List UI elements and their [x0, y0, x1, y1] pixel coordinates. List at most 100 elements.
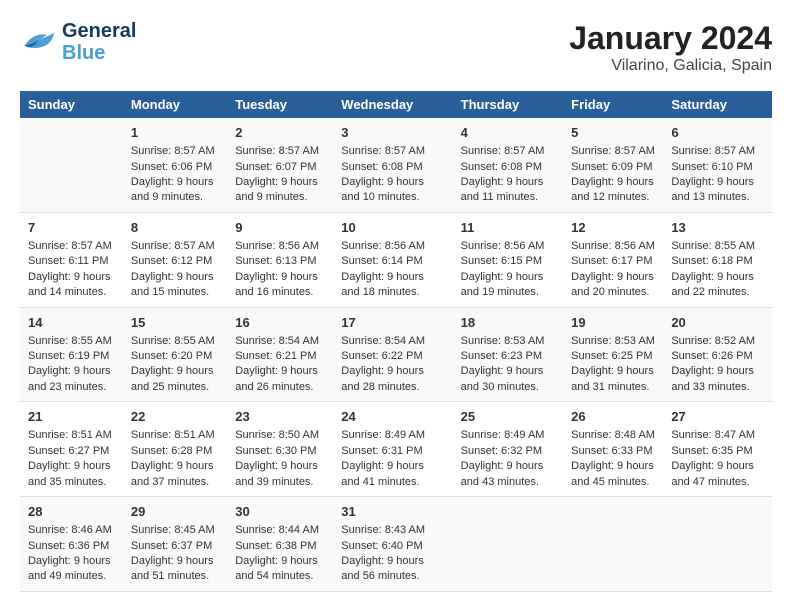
sunrise: Sunrise: 8:54 AM: [235, 335, 319, 347]
sunset: Sunset: 6:09 PM: [571, 161, 652, 173]
sunset: Sunset: 6:14 PM: [341, 255, 422, 267]
daylight: Daylight: 9 hours and 23 minutes.: [28, 365, 111, 392]
daylight: Daylight: 9 hours and 15 minutes.: [131, 271, 214, 298]
calendar-cell: 31 Sunrise: 8:43 AM Sunset: 6:40 PM Dayl…: [333, 497, 452, 592]
calendar-cell: [663, 497, 772, 592]
daylight: Daylight: 9 hours and 22 minutes.: [671, 271, 754, 298]
day-number: 27: [671, 408, 764, 426]
daylight: Daylight: 9 hours and 28 minutes.: [341, 365, 424, 392]
sunrise: Sunrise: 8:57 AM: [461, 145, 545, 157]
sunset: Sunset: 6:26 PM: [671, 350, 752, 362]
daylight: Daylight: 9 hours and 49 minutes.: [28, 555, 111, 582]
calendar-cell: [453, 497, 564, 592]
week-row-4: 21 Sunrise: 8:51 AM Sunset: 6:27 PM Dayl…: [20, 402, 772, 497]
day-number: 2: [235, 124, 325, 142]
sunrise: Sunrise: 8:44 AM: [235, 524, 319, 536]
sunrise: Sunrise: 8:57 AM: [28, 240, 112, 252]
day-number: 28: [28, 503, 115, 521]
sunset: Sunset: 6:08 PM: [341, 161, 422, 173]
daylight: Daylight: 9 hours and 47 minutes.: [671, 460, 754, 487]
calendar-cell: 12 Sunrise: 8:56 AM Sunset: 6:17 PM Dayl…: [563, 212, 663, 307]
sunset: Sunset: 6:33 PM: [571, 445, 652, 457]
calendar-cell: [563, 497, 663, 592]
daylight: Daylight: 9 hours and 35 minutes.: [28, 460, 111, 487]
header-thursday: Thursday: [453, 91, 564, 118]
sunrise: Sunrise: 8:50 AM: [235, 429, 319, 441]
day-number: 7: [28, 219, 115, 237]
calendar-cell: [20, 118, 123, 212]
daylight: Daylight: 9 hours and 39 minutes.: [235, 460, 318, 487]
sunset: Sunset: 6:12 PM: [131, 255, 212, 267]
calendar-title: January 2024: [569, 20, 772, 57]
sunset: Sunset: 6:28 PM: [131, 445, 212, 457]
sunset: Sunset: 6:27 PM: [28, 445, 109, 457]
calendar-cell: 3 Sunrise: 8:57 AM Sunset: 6:08 PM Dayli…: [333, 118, 452, 212]
day-number: 11: [461, 219, 556, 237]
calendar-cell: 11 Sunrise: 8:56 AM Sunset: 6:15 PM Dayl…: [453, 212, 564, 307]
calendar-cell: 9 Sunrise: 8:56 AM Sunset: 6:13 PM Dayli…: [227, 212, 333, 307]
day-number: 22: [131, 408, 219, 426]
calendar-subtitle: Vilarino, Galicia, Spain: [569, 57, 772, 75]
sunset: Sunset: 6:38 PM: [235, 540, 316, 552]
sunset: Sunset: 6:40 PM: [341, 540, 422, 552]
sunrise: Sunrise: 8:47 AM: [671, 429, 755, 441]
header-sunday: Sunday: [20, 91, 123, 118]
daylight: Daylight: 9 hours and 9 minutes.: [131, 176, 214, 203]
calendar-cell: 27 Sunrise: 8:47 AM Sunset: 6:35 PM Dayl…: [663, 402, 772, 497]
logo-bird-icon: [20, 27, 56, 57]
day-number: 20: [671, 314, 764, 332]
day-number: 30: [235, 503, 325, 521]
daylight: Daylight: 9 hours and 56 minutes.: [341, 555, 424, 582]
sunrise: Sunrise: 8:43 AM: [341, 524, 425, 536]
sunrise: Sunrise: 8:57 AM: [671, 145, 755, 157]
sunrise: Sunrise: 8:51 AM: [131, 429, 215, 441]
sunset: Sunset: 6:13 PM: [235, 255, 316, 267]
day-number: 5: [571, 124, 655, 142]
sunset: Sunset: 6:32 PM: [461, 445, 542, 457]
sunrise: Sunrise: 8:55 AM: [28, 335, 112, 347]
daylight: Daylight: 9 hours and 13 minutes.: [671, 176, 754, 203]
sunrise: Sunrise: 8:54 AM: [341, 335, 425, 347]
day-number: 16: [235, 314, 325, 332]
calendar-table: SundayMondayTuesdayWednesdayThursdayFrid…: [20, 91, 772, 592]
sunset: Sunset: 6:06 PM: [131, 161, 212, 173]
daylight: Daylight: 9 hours and 43 minutes.: [461, 460, 544, 487]
header-saturday: Saturday: [663, 91, 772, 118]
sunrise: Sunrise: 8:53 AM: [571, 335, 655, 347]
logo: General Blue: [20, 20, 136, 64]
calendar-cell: 13 Sunrise: 8:55 AM Sunset: 6:18 PM Dayl…: [663, 212, 772, 307]
daylight: Daylight: 9 hours and 20 minutes.: [571, 271, 654, 298]
day-number: 17: [341, 314, 444, 332]
sunset: Sunset: 6:25 PM: [571, 350, 652, 362]
sunrise: Sunrise: 8:57 AM: [131, 240, 215, 252]
sunrise: Sunrise: 8:49 AM: [341, 429, 425, 441]
daylight: Daylight: 9 hours and 30 minutes.: [461, 365, 544, 392]
sunset: Sunset: 6:07 PM: [235, 161, 316, 173]
calendar-cell: 16 Sunrise: 8:54 AM Sunset: 6:21 PM Dayl…: [227, 307, 333, 402]
sunset: Sunset: 6:23 PM: [461, 350, 542, 362]
day-number: 31: [341, 503, 444, 521]
calendar-cell: 18 Sunrise: 8:53 AM Sunset: 6:23 PM Dayl…: [453, 307, 564, 402]
day-number: 15: [131, 314, 219, 332]
day-number: 10: [341, 219, 444, 237]
calendar-cell: 28 Sunrise: 8:46 AM Sunset: 6:36 PM Dayl…: [20, 497, 123, 592]
sunrise: Sunrise: 8:53 AM: [461, 335, 545, 347]
calendar-cell: 25 Sunrise: 8:49 AM Sunset: 6:32 PM Dayl…: [453, 402, 564, 497]
calendar-cell: 29 Sunrise: 8:45 AM Sunset: 6:37 PM Dayl…: [123, 497, 227, 592]
daylight: Daylight: 9 hours and 37 minutes.: [131, 460, 214, 487]
calendar-cell: 26 Sunrise: 8:48 AM Sunset: 6:33 PM Dayl…: [563, 402, 663, 497]
logo-text-general: General: [62, 20, 136, 42]
week-row-5: 28 Sunrise: 8:46 AM Sunset: 6:36 PM Dayl…: [20, 497, 772, 592]
header-monday: Monday: [123, 91, 227, 118]
day-number: 25: [461, 408, 556, 426]
day-number: 8: [131, 219, 219, 237]
sunset: Sunset: 6:30 PM: [235, 445, 316, 457]
header-tuesday: Tuesday: [227, 91, 333, 118]
sunset: Sunset: 6:11 PM: [28, 255, 109, 267]
sunrise: Sunrise: 8:56 AM: [235, 240, 319, 252]
sunset: Sunset: 6:21 PM: [235, 350, 316, 362]
day-number: 29: [131, 503, 219, 521]
calendar-cell: 22 Sunrise: 8:51 AM Sunset: 6:28 PM Dayl…: [123, 402, 227, 497]
week-row-1: 1 Sunrise: 8:57 AM Sunset: 6:06 PM Dayli…: [20, 118, 772, 212]
week-row-3: 14 Sunrise: 8:55 AM Sunset: 6:19 PM Dayl…: [20, 307, 772, 402]
